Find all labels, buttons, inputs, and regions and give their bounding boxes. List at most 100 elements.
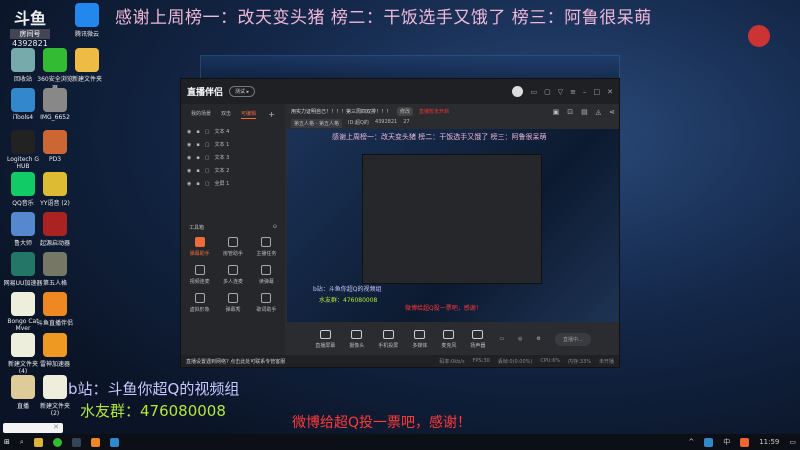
tool-button[interactable]: 多人连麦 bbox=[216, 265, 249, 285]
lock-icon[interactable]: ▪ bbox=[196, 129, 199, 135]
desktop-icon[interactable]: 第五人格 bbox=[35, 252, 75, 287]
chat-icon[interactable]: ▢ bbox=[544, 88, 551, 96]
notification-icon[interactable]: ▭ bbox=[789, 438, 796, 446]
share-icon[interactable]: ⋖ bbox=[609, 108, 615, 116]
lock-icon[interactable]: ▪ bbox=[196, 181, 199, 187]
layer-item[interactable]: ◉ ▪ ▢ 文本 3 bbox=[181, 151, 285, 164]
tool-button[interactable]: 虚拟形象 bbox=[183, 293, 216, 313]
desktop-icon-label: 新建文件夹 (2) bbox=[39, 403, 70, 417]
category-button[interactable]: 第五人格 - 第五人格 bbox=[291, 119, 342, 128]
source-button[interactable]: 麦克风 bbox=[441, 329, 457, 349]
tool-button[interactable]: 歌词助手 bbox=[250, 293, 283, 313]
desktop-icon[interactable]: 斗鱼直播伴侣 bbox=[35, 292, 75, 327]
layer-name: 文本 4 bbox=[214, 129, 230, 135]
layer-name: 全屏 1 bbox=[214, 181, 230, 187]
desktop-icon[interactable]: YY语音 (2) bbox=[35, 172, 75, 207]
source-button[interactable]: 手机投屏 bbox=[378, 329, 398, 349]
source-label: 多媒体 bbox=[412, 342, 428, 349]
douyu-app-icon[interactable] bbox=[90, 437, 100, 447]
visibility-icon[interactable]: ◉ bbox=[187, 142, 191, 148]
qq-group-overlay: 水友群：476080008 bbox=[80, 402, 226, 420]
desktop-icon[interactable]: 起源启动器 bbox=[35, 212, 75, 247]
start-icon[interactable]: ⊞ bbox=[4, 438, 10, 446]
search-icon[interactable]: ⌕ bbox=[20, 438, 24, 447]
desktop-icon-label: 新建文件夹 bbox=[71, 76, 102, 83]
layer-item[interactable]: ◉ ▪ ▢ 文本 2 bbox=[181, 164, 285, 177]
menu-icon[interactable]: ≡ bbox=[570, 88, 576, 96]
tool-button[interactable]: 主播任务 bbox=[250, 237, 283, 257]
stat: 未开播 bbox=[598, 358, 614, 365]
tool-icon bbox=[194, 265, 205, 275]
app-logo: 直播伴侣 bbox=[187, 88, 224, 98]
bell-icon[interactable]: ◬ bbox=[596, 108, 601, 116]
ime-indicator[interactable]: 中 bbox=[723, 437, 730, 447]
app-icon[interactable] bbox=[109, 437, 119, 447]
desktop-icon[interactable]: 雷神加速器 bbox=[35, 333, 75, 368]
desktop-icon[interactable]: PD3 bbox=[35, 130, 75, 163]
clock[interactable]: 11:59 bbox=[759, 438, 779, 446]
room-label: 房间号 bbox=[10, 29, 50, 39]
close-icon[interactable]: ✕ bbox=[607, 88, 613, 96]
source-button[interactable]: 直播屏幕 bbox=[315, 329, 335, 349]
preview-qq-group: 水友群：476080008 bbox=[319, 297, 378, 304]
taskbar: ⊞ ⌕ ^ 中 11:59 ▭ bbox=[0, 434, 800, 450]
tab-1[interactable]: 双击 bbox=[221, 110, 231, 119]
tray-app-icon[interactable] bbox=[704, 437, 714, 447]
source-button[interactable]: 摄像头 bbox=[349, 329, 364, 349]
box-icon[interactable]: ▤ bbox=[581, 108, 588, 116]
tool-button[interactable]: 弹幕助手 bbox=[183, 237, 216, 257]
add-scene-icon[interactable]: + bbox=[268, 110, 275, 119]
tool-button[interactable]: 读弹幕 bbox=[250, 265, 283, 285]
thanks-banner: 感谢上周榜一：改天变头猪 榜二：干饭选手又饿了 榜三：阿鲁很呆萌 bbox=[115, 8, 652, 28]
gift-icon[interactable]: ▣ bbox=[553, 108, 560, 116]
visibility-icon[interactable]: ◉ bbox=[187, 129, 191, 135]
source-icon bbox=[382, 329, 394, 339]
tab-0[interactable]: 我的场景 bbox=[191, 110, 211, 119]
tab-2[interactable]: 可编辑 bbox=[241, 110, 257, 119]
notification-close-icon[interactable]: ✕ bbox=[53, 423, 59, 431]
layer-item[interactable]: ◉ ▪ ▢ 文本 1 bbox=[181, 138, 285, 151]
source-label: 麦克风 bbox=[441, 342, 457, 349]
layer-item[interactable]: ◉ ▪ ▢ 全屏 1 bbox=[181, 177, 285, 190]
settings-icon[interactable]: ⚙ bbox=[536, 336, 540, 342]
lock-icon[interactable]: ▪ bbox=[196, 155, 199, 161]
start-live-button[interactable]: 直播中... bbox=[554, 332, 591, 346]
version-button[interactable]: 测试 ▸ bbox=[229, 86, 256, 97]
record-button[interactable]: ▭ bbox=[499, 336, 504, 342]
layer-item[interactable]: ◉ ▪ ▢ 文本 4 bbox=[181, 125, 285, 138]
tool-button[interactable]: 房管助手 bbox=[216, 237, 249, 257]
explorer-icon[interactable] bbox=[33, 437, 43, 447]
app-icon bbox=[11, 333, 35, 357]
browser-icon[interactable] bbox=[52, 437, 62, 447]
minimize-icon[interactable]: – bbox=[583, 88, 587, 96]
source-button[interactable]: 多媒体 bbox=[412, 329, 428, 349]
skin-icon[interactable]: ▽ bbox=[558, 88, 563, 96]
tray-chevron-icon[interactable]: ^ bbox=[688, 438, 694, 446]
message-icon[interactable]: ▭ bbox=[530, 88, 537, 96]
tool-label: 主播任务 bbox=[256, 251, 277, 257]
desktop-icon-label: YY语音 (2) bbox=[40, 200, 70, 207]
visibility-icon[interactable]: ◉ bbox=[187, 168, 191, 174]
maximize-icon[interactable]: □ bbox=[594, 88, 601, 96]
edit-title-button[interactable]: 修改 bbox=[397, 107, 414, 116]
tool-button[interactable]: 弹幕秀 bbox=[216, 293, 249, 313]
more-icon[interactable]: ⊙ bbox=[273, 224, 277, 231]
streaming-app-window: 直播伴侣 测试 ▸ ▭ ▢ ▽ ≡ – □ ✕ 我的场景 双击 可编辑 + ◉ ▪ ▢ 文本… bbox=[180, 78, 620, 368]
eye-icon[interactable]: ◎ bbox=[518, 336, 522, 342]
lock-icon[interactable]: ▪ bbox=[196, 168, 199, 174]
tray-douyu-icon[interactable] bbox=[740, 437, 750, 447]
text-source-icon: ▢ bbox=[204, 167, 210, 174]
record-icon[interactable] bbox=[748, 25, 770, 47]
desktop-icon[interactable]: IMG_6652 bbox=[35, 88, 75, 121]
source-button[interactable]: 扬声器 bbox=[470, 329, 485, 349]
tool-button[interactable]: 视频连麦 bbox=[183, 265, 216, 285]
desktop-icon[interactable]: 新建文件夹 bbox=[67, 48, 107, 83]
avatar[interactable] bbox=[512, 86, 524, 97]
visibility-icon[interactable]: ◉ bbox=[187, 181, 191, 187]
steam-icon[interactable] bbox=[71, 437, 81, 447]
visibility-icon[interactable]: ◉ bbox=[187, 155, 191, 161]
desktop-icon[interactable]: 腾讯微云 bbox=[67, 3, 107, 38]
lock-icon[interactable]: ▪ bbox=[196, 142, 199, 148]
help-tip-link[interactable]: 直播设置遇到网络? 点击此处可联系专管客服 bbox=[186, 358, 285, 365]
lock-icon[interactable]: ⊡ bbox=[567, 108, 573, 116]
